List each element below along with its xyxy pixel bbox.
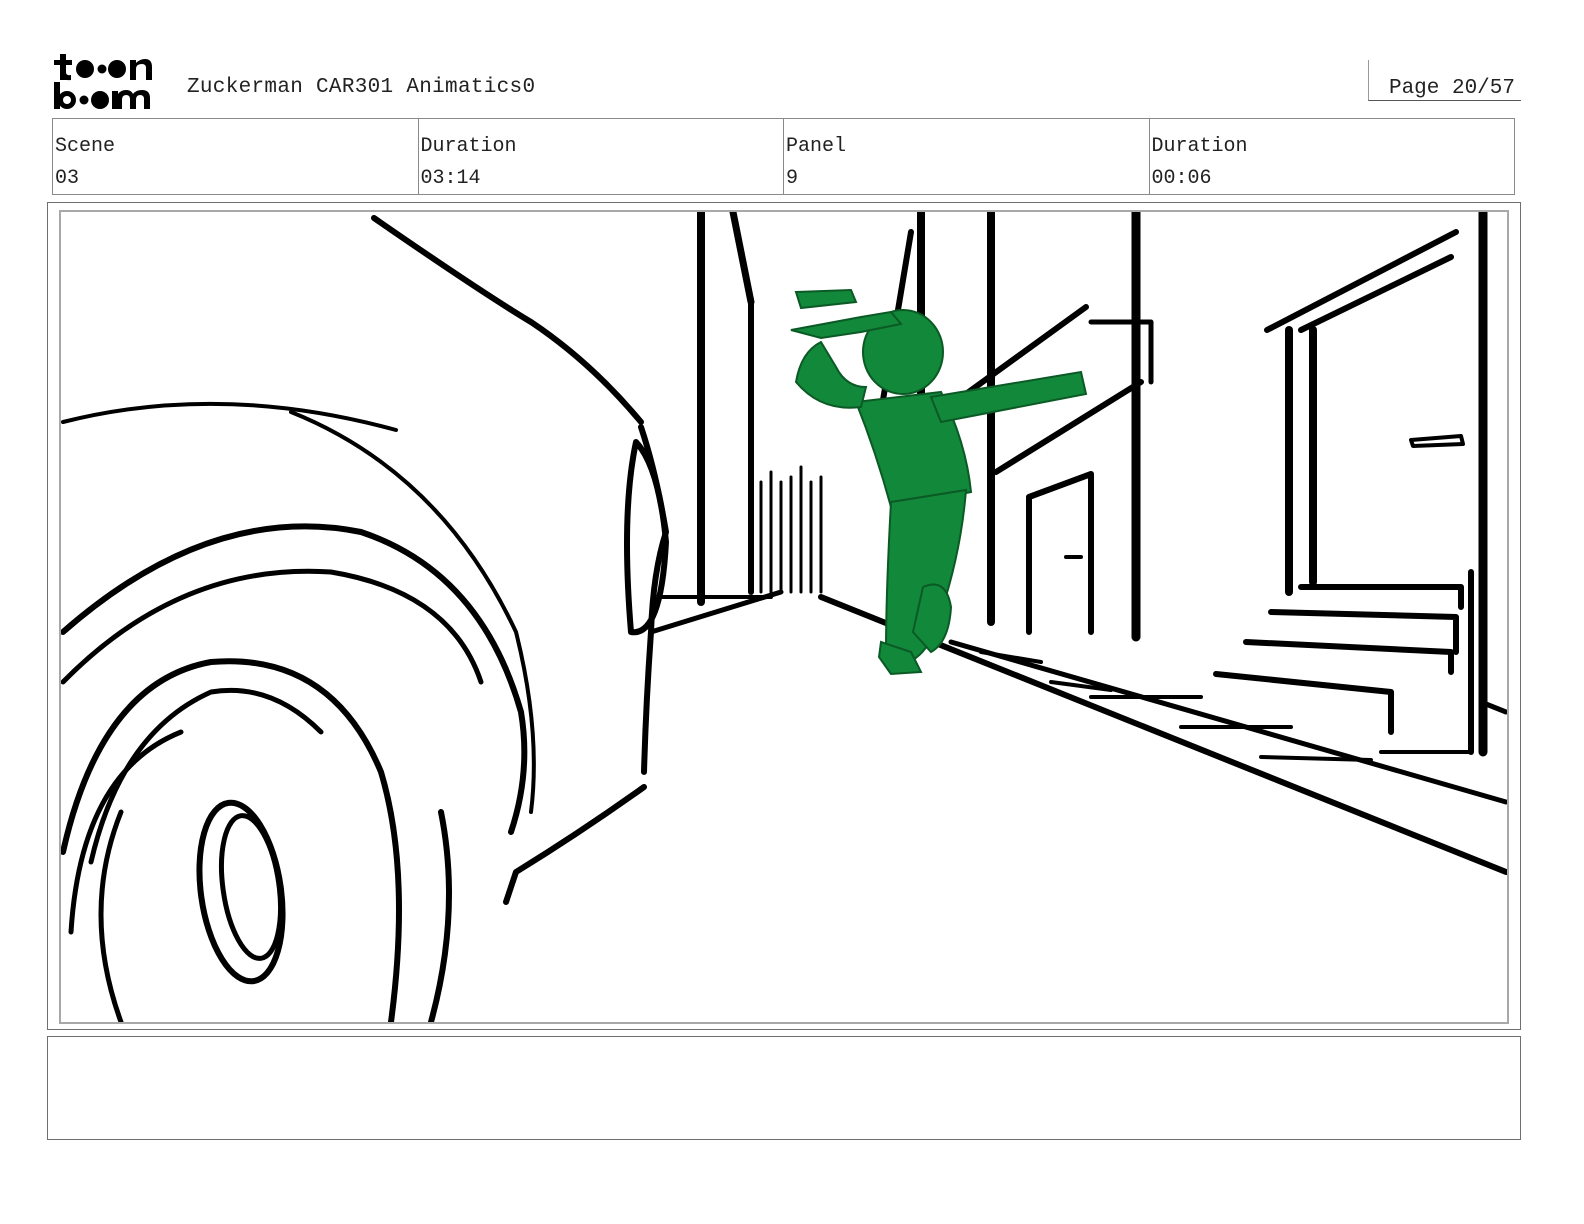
- page-indicator: Page 20/57: [1368, 60, 1521, 101]
- car-side-line: [61, 401, 398, 432]
- roof-line-2: [1298, 254, 1454, 333]
- curb-line: [948, 639, 1507, 805]
- character-arm-left: [794, 340, 868, 409]
- scene-value: 03: [55, 167, 80, 190]
- character-arm-right: [929, 370, 1088, 424]
- car-fender-line: [289, 410, 536, 814]
- roof-line-1: [1264, 229, 1459, 333]
- panel-cell: Panel 9: [784, 119, 1150, 194]
- toy-plane-wing: [794, 288, 858, 310]
- sketch-drawing: [61, 212, 1507, 1022]
- beam-3: [1088, 319, 1154, 385]
- page-number: Page 20/57: [1388, 77, 1515, 100]
- panel-label: Panel: [786, 135, 847, 158]
- post-2: [729, 212, 755, 306]
- scene-info-table: Scene 03 Duration 03:14 Panel 9 Duration…: [52, 118, 1515, 195]
- panel-duration-value: 00:06: [1151, 167, 1212, 190]
- step-1: [1298, 584, 1464, 610]
- storyboard-sketch: [59, 210, 1509, 1024]
- car-headlight: [624, 439, 669, 636]
- panel-value: 9: [786, 167, 799, 190]
- scene-duration-cell: Duration 03:14: [419, 119, 784, 194]
- panel-duration-label: Duration: [1151, 135, 1248, 158]
- panel-duration-cell: Duration 00:06: [1150, 119, 1515, 194]
- tire-right-edge: [428, 809, 452, 1022]
- wall-lamp: [1409, 434, 1465, 448]
- toonboom-logo: [52, 50, 164, 112]
- step-3: [1243, 639, 1454, 675]
- door-frame: [1026, 471, 1094, 635]
- hubcap-inner: [219, 813, 283, 961]
- project-title: Zuckerman CAR301 Animatics0: [187, 76, 536, 99]
- car-hood-line: [371, 215, 644, 425]
- scene-cell: Scene 03: [53, 119, 419, 194]
- tire-bottom: [98, 809, 124, 1022]
- scene-duration-label: Duration: [420, 135, 517, 158]
- tire-side: [68, 729, 184, 935]
- car-bumper: [503, 784, 647, 905]
- step-4: [1213, 671, 1394, 735]
- notes-box: [47, 1036, 1521, 1140]
- scene-label: Scene: [55, 135, 116, 158]
- fence-hatching: [759, 465, 823, 594]
- scene-duration-value: 03:14: [420, 167, 481, 190]
- character: [790, 288, 1088, 676]
